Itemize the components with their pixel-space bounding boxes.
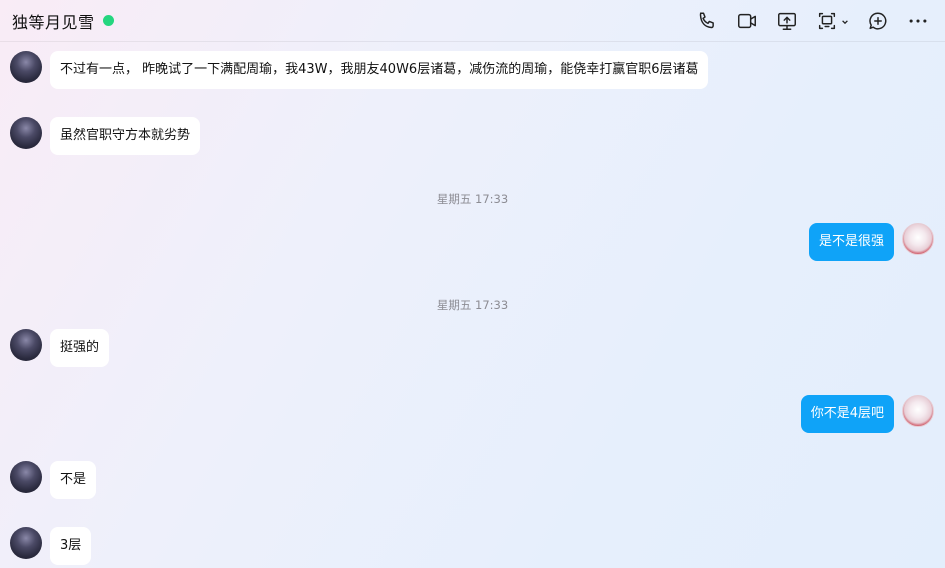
message-bubble[interactable]: 你不是4层吧	[800, 395, 894, 433]
self-avatar[interactable]	[902, 223, 934, 255]
screen-share-icon[interactable]	[776, 10, 798, 32]
message-row: 挺强的	[10, 329, 110, 367]
contact-name[interactable]: 独等月见雪	[12, 9, 95, 33]
more-icon[interactable]	[907, 10, 929, 32]
message-row: 你不是4层吧	[800, 395, 934, 433]
message-bubble[interactable]: 不是	[50, 461, 97, 499]
message-bubble[interactable]: 不过有一点， 昨晚试了一下满配周瑜，我43W，我朋友40W6层诸葛，减伤流的周瑜…	[50, 51, 709, 89]
online-status-dot	[102, 15, 114, 26]
message-bubble[interactable]: 3层	[50, 527, 92, 565]
peer-avatar[interactable]	[10, 527, 42, 559]
message-row: 虽然官职守方本就劣势	[10, 117, 201, 155]
chevron-down-icon[interactable]	[841, 11, 849, 30]
remote-assist-group[interactable]	[816, 10, 849, 32]
add-member-icon[interactable]	[867, 10, 889, 32]
timestamp: 星期五 17:33	[436, 192, 509, 206]
remote-assist-icon[interactable]	[816, 10, 838, 32]
video-icon[interactable]	[736, 10, 758, 32]
contact-title-group: 独等月见雪	[12, 9, 114, 33]
message-row: 不过有一点， 昨晚试了一下满配周瑜，我43W，我朋友40W6层诸葛，减伤流的周瑜…	[10, 51, 709, 89]
chat-toolbar	[696, 10, 933, 32]
message-bubble[interactable]: 虽然官职守方本就劣势	[50, 117, 201, 155]
peer-avatar[interactable]	[10, 461, 42, 493]
message-row: 3层	[10, 527, 92, 565]
message-bubble[interactable]: 挺强的	[50, 329, 110, 367]
message-bubble[interactable]: 是不是很强	[808, 223, 894, 261]
timestamp: 星期五 17:33	[436, 298, 509, 312]
message-row: 是不是很强	[808, 223, 934, 261]
message-row: 不是	[10, 461, 97, 499]
peer-avatar[interactable]	[10, 51, 42, 83]
peer-avatar[interactable]	[10, 117, 42, 149]
phone-icon[interactable]	[696, 10, 718, 32]
self-avatar[interactable]	[902, 395, 934, 427]
peer-avatar[interactable]	[10, 329, 42, 361]
chat-header: 独等月见雪	[0, 0, 945, 42]
